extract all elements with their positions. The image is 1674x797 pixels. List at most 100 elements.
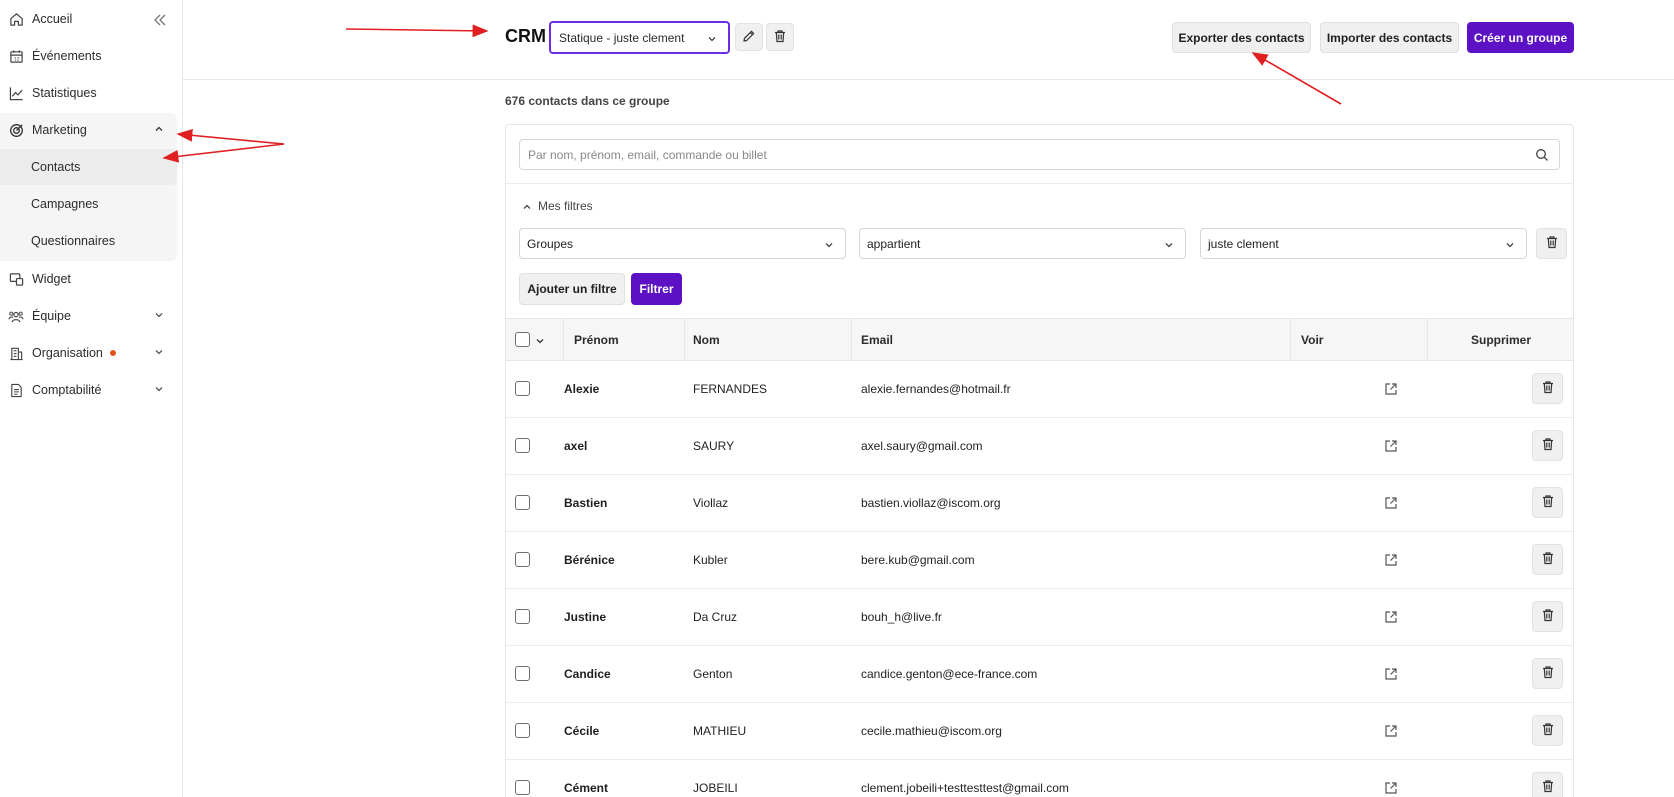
external-link-icon[interactable] xyxy=(1384,667,1398,681)
contacts-count: 676 contacts dans ce groupe xyxy=(505,94,670,108)
table-row: Candice Genton candice.genton@ece-france… xyxy=(506,646,1573,703)
cell-email: candice.genton@ece-france.com xyxy=(861,667,1038,681)
sidebar-item-organisation[interactable]: Organisation xyxy=(0,336,177,370)
sidebar-subitem-label: Contacts xyxy=(31,160,81,174)
sidebar-item-equipe[interactable]: Équipe xyxy=(0,299,177,333)
column-separator xyxy=(684,319,685,360)
sidebar-subitem-questionnaires[interactable]: Questionnaires xyxy=(0,223,177,259)
sidebar-item-statistiques[interactable]: Statistiques xyxy=(0,76,177,110)
cell-nom: JOBEILI xyxy=(693,781,738,795)
sidebar-item-label: Marketing xyxy=(32,123,87,137)
filter-value-select[interactable]: juste clement xyxy=(1200,228,1527,259)
cell-email: bouh_h@live.fr xyxy=(861,610,942,624)
cell-prenom: Cément xyxy=(564,781,609,795)
delete-contact-button[interactable] xyxy=(1532,772,1563,797)
delete-contact-button[interactable] xyxy=(1532,544,1563,575)
table-row: Bastien Viollaz bastien.viollaz@iscom.or… xyxy=(506,475,1573,532)
search-icon[interactable] xyxy=(1535,148,1549,162)
external-link-icon[interactable] xyxy=(1384,382,1398,396)
row-checkbox[interactable] xyxy=(515,780,530,795)
external-link-icon[interactable] xyxy=(1384,781,1398,795)
chart-line-icon xyxy=(8,85,24,101)
table-row: Bérénice Kubler bere.kub@gmail.com xyxy=(506,532,1573,589)
cell-email: clement.jobeili+testtesttest@gmail.com xyxy=(861,781,1069,795)
row-checkbox[interactable] xyxy=(515,723,530,738)
delete-contact-button[interactable] xyxy=(1532,430,1563,461)
delete-filter-button[interactable] xyxy=(1536,228,1567,259)
svg-text:12: 12 xyxy=(13,56,19,62)
table-row: Alexie FERNANDES alexie.fernandes@hotmai… xyxy=(506,361,1573,418)
cell-nom: FERNANDES xyxy=(693,382,768,396)
edit-group-button[interactable] xyxy=(735,23,763,51)
building-icon xyxy=(8,345,24,361)
create-group-button[interactable]: Créer un groupe xyxy=(1467,22,1574,53)
row-checkbox[interactable] xyxy=(515,381,530,396)
filter-operator-select[interactable]: appartient xyxy=(859,228,1186,259)
chevron-down-icon[interactable] xyxy=(535,334,545,344)
delete-contact-button[interactable] xyxy=(1532,487,1563,518)
sidebar-subitem-label: Questionnaires xyxy=(31,234,116,248)
pencil-icon xyxy=(742,29,756,46)
external-link-icon[interactable] xyxy=(1384,439,1398,453)
delete-contact-button[interactable] xyxy=(1532,601,1563,632)
row-checkbox[interactable] xyxy=(515,495,530,510)
cell-email: bastien.viollaz@iscom.org xyxy=(861,496,1001,510)
filter-field-value: Groupes xyxy=(527,236,574,251)
search-placeholder: Par nom, prénom, email, commande ou bill… xyxy=(528,147,767,162)
filters-toggle[interactable]: Mes filtres xyxy=(522,199,593,213)
sidebar-item-accueil[interactable]: Accueil xyxy=(0,2,177,36)
calendar-icon: 12 xyxy=(8,48,24,64)
external-link-icon[interactable] xyxy=(1384,496,1398,510)
search-input[interactable]: Par nom, prénom, email, commande ou bill… xyxy=(519,139,1560,170)
cell-email: axel.saury@gmail.com xyxy=(861,439,983,453)
row-checkbox[interactable] xyxy=(515,438,530,453)
import-contacts-button[interactable]: Importer des contacts xyxy=(1320,22,1459,53)
chevron-down-icon xyxy=(153,383,165,395)
delete-contact-button[interactable] xyxy=(1532,373,1563,404)
cell-prenom: Bastien xyxy=(564,496,608,510)
row-checkbox[interactable] xyxy=(515,552,530,567)
sidebar-item-comptabilite[interactable]: Comptabilité xyxy=(0,373,177,407)
select-all-checkbox[interactable] xyxy=(515,332,530,347)
external-link-icon[interactable] xyxy=(1384,724,1398,738)
delete-group-button[interactable] xyxy=(766,23,794,51)
row-checkbox[interactable] xyxy=(515,666,530,681)
delete-contact-button[interactable] xyxy=(1532,658,1563,689)
cell-prenom: Bérénice xyxy=(564,553,615,567)
cell-nom: MATHIEU xyxy=(693,724,747,738)
cell-nom: Kubler xyxy=(693,553,728,567)
collapse-sidebar-icon[interactable] xyxy=(153,13,167,27)
trash-icon xyxy=(1541,494,1555,511)
column-header-email[interactable]: Email xyxy=(861,319,893,360)
sidebar-item-evenements[interactable]: 12 Événements xyxy=(0,39,177,73)
filter-field-select[interactable]: Groupes xyxy=(519,228,846,259)
document-icon xyxy=(8,382,24,398)
row-checkbox[interactable] xyxy=(515,609,530,624)
sidebar-item-label: Widget xyxy=(32,272,71,286)
sidebar-item-widget[interactable]: Widget xyxy=(0,262,177,296)
filter-operator-value: appartient xyxy=(867,236,921,251)
add-filter-button[interactable]: Ajouter un filtre xyxy=(519,273,625,305)
delete-contact-button[interactable] xyxy=(1532,715,1563,746)
sidebar-subitem-contacts[interactable]: Contacts xyxy=(0,149,177,185)
cell-prenom: Justine xyxy=(564,610,607,624)
column-separator xyxy=(1290,319,1291,360)
apply-filter-button[interactable]: Filtrer xyxy=(631,273,682,305)
table-row: Cément JOBEILI clement.jobeili+testtestt… xyxy=(506,760,1573,797)
team-icon xyxy=(8,308,24,324)
column-header-nom[interactable]: Nom xyxy=(693,319,720,360)
external-link-icon[interactable] xyxy=(1384,610,1398,624)
sidebar-subitem-campagnes[interactable]: Campagnes xyxy=(0,186,177,222)
annotation-arrow-marketing xyxy=(176,128,285,145)
chevron-down-icon xyxy=(823,239,835,251)
trash-icon xyxy=(1541,665,1555,682)
cell-nom: Genton xyxy=(693,667,733,681)
column-header-prenom[interactable]: Prénom xyxy=(574,319,619,360)
export-contacts-button[interactable]: Exporter des contacts xyxy=(1172,22,1311,53)
filters-label: Mes filtres xyxy=(538,199,593,213)
table-row: Cécile MATHIEU cecile.mathieu@iscom.org xyxy=(506,703,1573,760)
external-link-icon[interactable] xyxy=(1384,553,1398,567)
sidebar-item-marketing[interactable]: Marketing xyxy=(0,113,177,147)
group-select[interactable]: Statique - juste clement xyxy=(549,21,730,54)
chevron-up-icon xyxy=(153,123,165,135)
